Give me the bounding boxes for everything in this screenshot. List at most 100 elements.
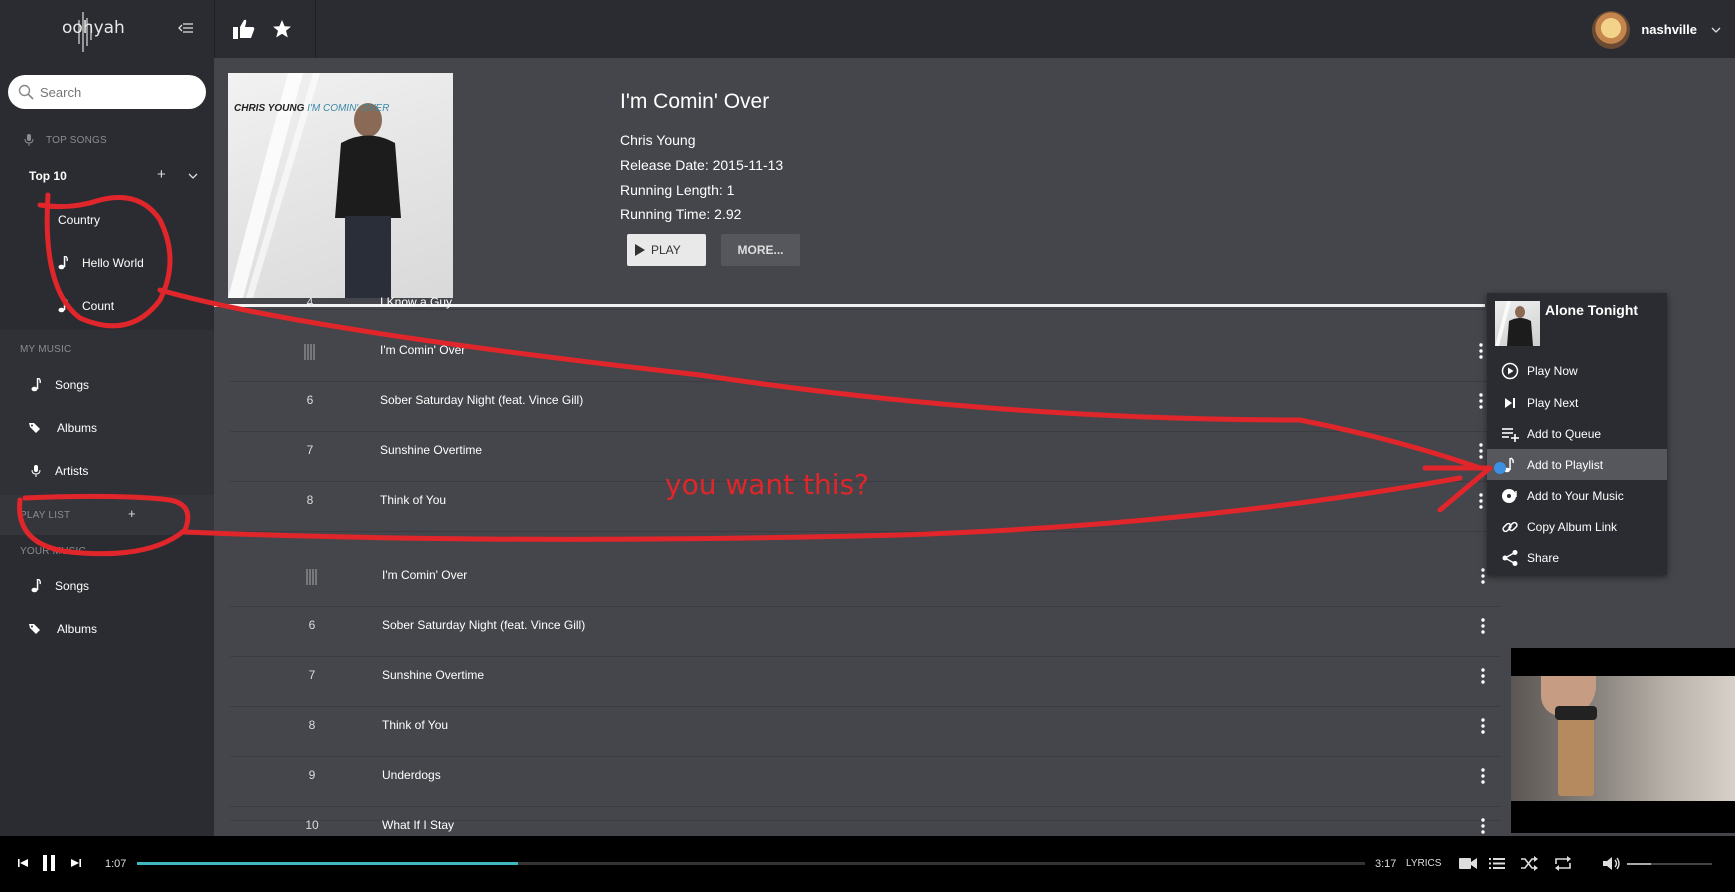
track-number: 10	[305, 818, 319, 832]
track-more-button[interactable]	[1479, 393, 1483, 414]
track-more-button[interactable]	[1481, 568, 1485, 589]
music-note-icon	[58, 299, 68, 313]
add-music-icon	[1502, 488, 1517, 503]
more-vertical-icon[interactable]	[1479, 493, 1483, 509]
running-time: Running Time: 2.92	[620, 206, 742, 222]
track-row[interactable]: 10 What If I Stay	[230, 807, 1500, 834]
collapse-menu-icon[interactable]	[178, 20, 194, 36]
more-vertical-icon[interactable]	[1481, 668, 1485, 684]
songs-label: Songs	[55, 378, 90, 392]
sidebar-item-hello-world[interactable]: Hello World	[58, 256, 144, 270]
menu-item-add-to-your-music[interactable]: Add to Your Music	[1487, 480, 1667, 511]
more-vertical-icon[interactable]	[1481, 718, 1485, 734]
sidebar-item-top10[interactable]: Top 10	[29, 169, 67, 183]
shuffle-icon[interactable]	[1520, 856, 1538, 871]
search-input[interactable]	[40, 84, 190, 100]
track-row[interactable]: 8 Think of You	[230, 707, 1500, 757]
video-camera-icon[interactable]	[1459, 857, 1477, 870]
now-playing-bars-icon	[304, 344, 315, 360]
sidebar-item-count[interactable]: Count	[58, 299, 114, 313]
sidebar-item-artists[interactable]: Artists	[31, 464, 88, 478]
more-vertical-icon[interactable]	[1479, 443, 1483, 459]
volume-icon[interactable]	[1603, 856, 1621, 871]
more-vertical-icon[interactable]	[1481, 618, 1485, 634]
repeat-icon[interactable]	[1554, 856, 1572, 871]
more-vertical-icon[interactable]	[1481, 568, 1485, 584]
play-label: PLAY	[651, 243, 681, 257]
more-vertical-icon[interactable]	[1479, 343, 1483, 359]
microphone-icon	[31, 465, 41, 477]
user-name[interactable]: nashville	[1641, 22, 1697, 37]
track-row[interactable]: 7 Sunshine Overtime	[230, 657, 1500, 707]
track-title: Underdogs	[382, 768, 441, 782]
add-top10-button[interactable]: +	[157, 166, 166, 183]
cover-artist: CHRIS YOUNG	[234, 103, 305, 114]
more-button[interactable]: MORE...	[721, 234, 800, 266]
top-songs-header: TOP SONGS	[24, 134, 107, 146]
your-music-header: YOUR MUSIC	[20, 546, 86, 557]
my-music-label: MY MUSIC	[20, 344, 72, 355]
track-more-button[interactable]	[1481, 668, 1485, 689]
running-length: Running Length: 1	[620, 182, 735, 198]
lyrics-button[interactable]: LYRICS	[1406, 858, 1441, 869]
sidebar-item-country[interactable]: Country	[58, 213, 100, 227]
chevron-down-icon[interactable]	[188, 172, 198, 180]
track-title: Think of You	[380, 493, 447, 507]
track-row[interactable]: I'm Comin' Over	[230, 557, 1500, 607]
track-row[interactable]: 6 Sober Saturday Night (feat. Vince Gill)	[230, 382, 1500, 432]
play-list-header: PLAY LIST	[20, 510, 70, 521]
menu-item-play-now[interactable]: Play Now	[1487, 355, 1667, 386]
track-more-button[interactable]	[1479, 443, 1483, 464]
album-artist[interactable]: Chris Young	[620, 132, 696, 148]
sidebar-item-songs[interactable]: Songs	[31, 378, 89, 392]
thumbs-up-icon[interactable]	[233, 19, 255, 39]
track-number: 9	[308, 768, 316, 782]
track-more-button[interactable]	[1481, 618, 1485, 639]
track-row[interactable]: 6 Sober Saturday Night (feat. Vince Gill)	[230, 607, 1500, 657]
track-row[interactable]: 4 I Know a Guy	[230, 295, 1500, 310]
more-vertical-icon[interactable]	[1479, 393, 1483, 409]
menu-item-add-to-queue[interactable]: Add to Queue	[1487, 418, 1667, 449]
duration-time: 3:17	[1375, 858, 1397, 870]
avatar[interactable]	[1592, 11, 1630, 49]
track-more-button[interactable]	[1481, 768, 1485, 789]
video-preview[interactable]	[1511, 648, 1735, 833]
volume-slider[interactable]	[1627, 863, 1712, 865]
album-cover: CHRIS YOUNG I'M COMIN' OVER	[228, 73, 453, 298]
menu-item-label: Copy Album Link	[1527, 519, 1618, 534]
logo-text: oohyah	[62, 18, 125, 38]
next-icon[interactable]	[70, 857, 82, 869]
menu-item-play-next[interactable]: Play Next	[1487, 387, 1667, 418]
menu-item-add-to-playlist[interactable]: Add to Playlist	[1487, 449, 1667, 480]
queue-list-icon[interactable]	[1489, 857, 1505, 870]
track-number: 7	[308, 668, 316, 682]
menu-item-copy-album-link[interactable]: Copy Album Link	[1487, 511, 1667, 542]
track-title: What If I Stay	[382, 818, 455, 832]
track-row[interactable]: I'm Comin' Over	[230, 332, 1500, 382]
queue-add-icon	[1502, 427, 1519, 442]
menu-item-share[interactable]: Share	[1487, 542, 1667, 573]
star-icon[interactable]	[272, 19, 292, 39]
track-row[interactable]: 9 Underdogs	[230, 757, 1500, 807]
tags-icon	[29, 624, 40, 634]
track-more-button[interactable]	[1481, 718, 1485, 739]
play-button[interactable]: PLAY	[627, 234, 706, 266]
track-title: Sunshine Overtime	[380, 443, 483, 457]
pause-icon[interactable]	[40, 854, 58, 872]
sidebar-item-your-songs[interactable]: Songs	[31, 579, 89, 593]
chevron-down-icon[interactable]	[1711, 26, 1721, 34]
track-more-button[interactable]	[1479, 343, 1483, 364]
sidebar-item-your-albums[interactable]: Albums	[29, 622, 97, 636]
track-more-button[interactable]	[1479, 493, 1483, 514]
logo[interactable]: oohyah	[62, 18, 125, 38]
progress-bar[interactable]	[137, 862, 1365, 865]
add-playlist-button[interactable]: +	[128, 506, 136, 521]
search-box[interactable]	[8, 75, 206, 109]
sidebar-item-albums[interactable]: Albums	[29, 421, 97, 435]
menu-item-label: Add to Queue	[1527, 426, 1602, 441]
albums-label: Albums	[57, 421, 98, 435]
track-number: 4	[306, 295, 314, 309]
previous-icon[interactable]	[17, 857, 29, 869]
more-vertical-icon[interactable]	[1481, 818, 1485, 834]
more-vertical-icon[interactable]	[1481, 768, 1485, 784]
